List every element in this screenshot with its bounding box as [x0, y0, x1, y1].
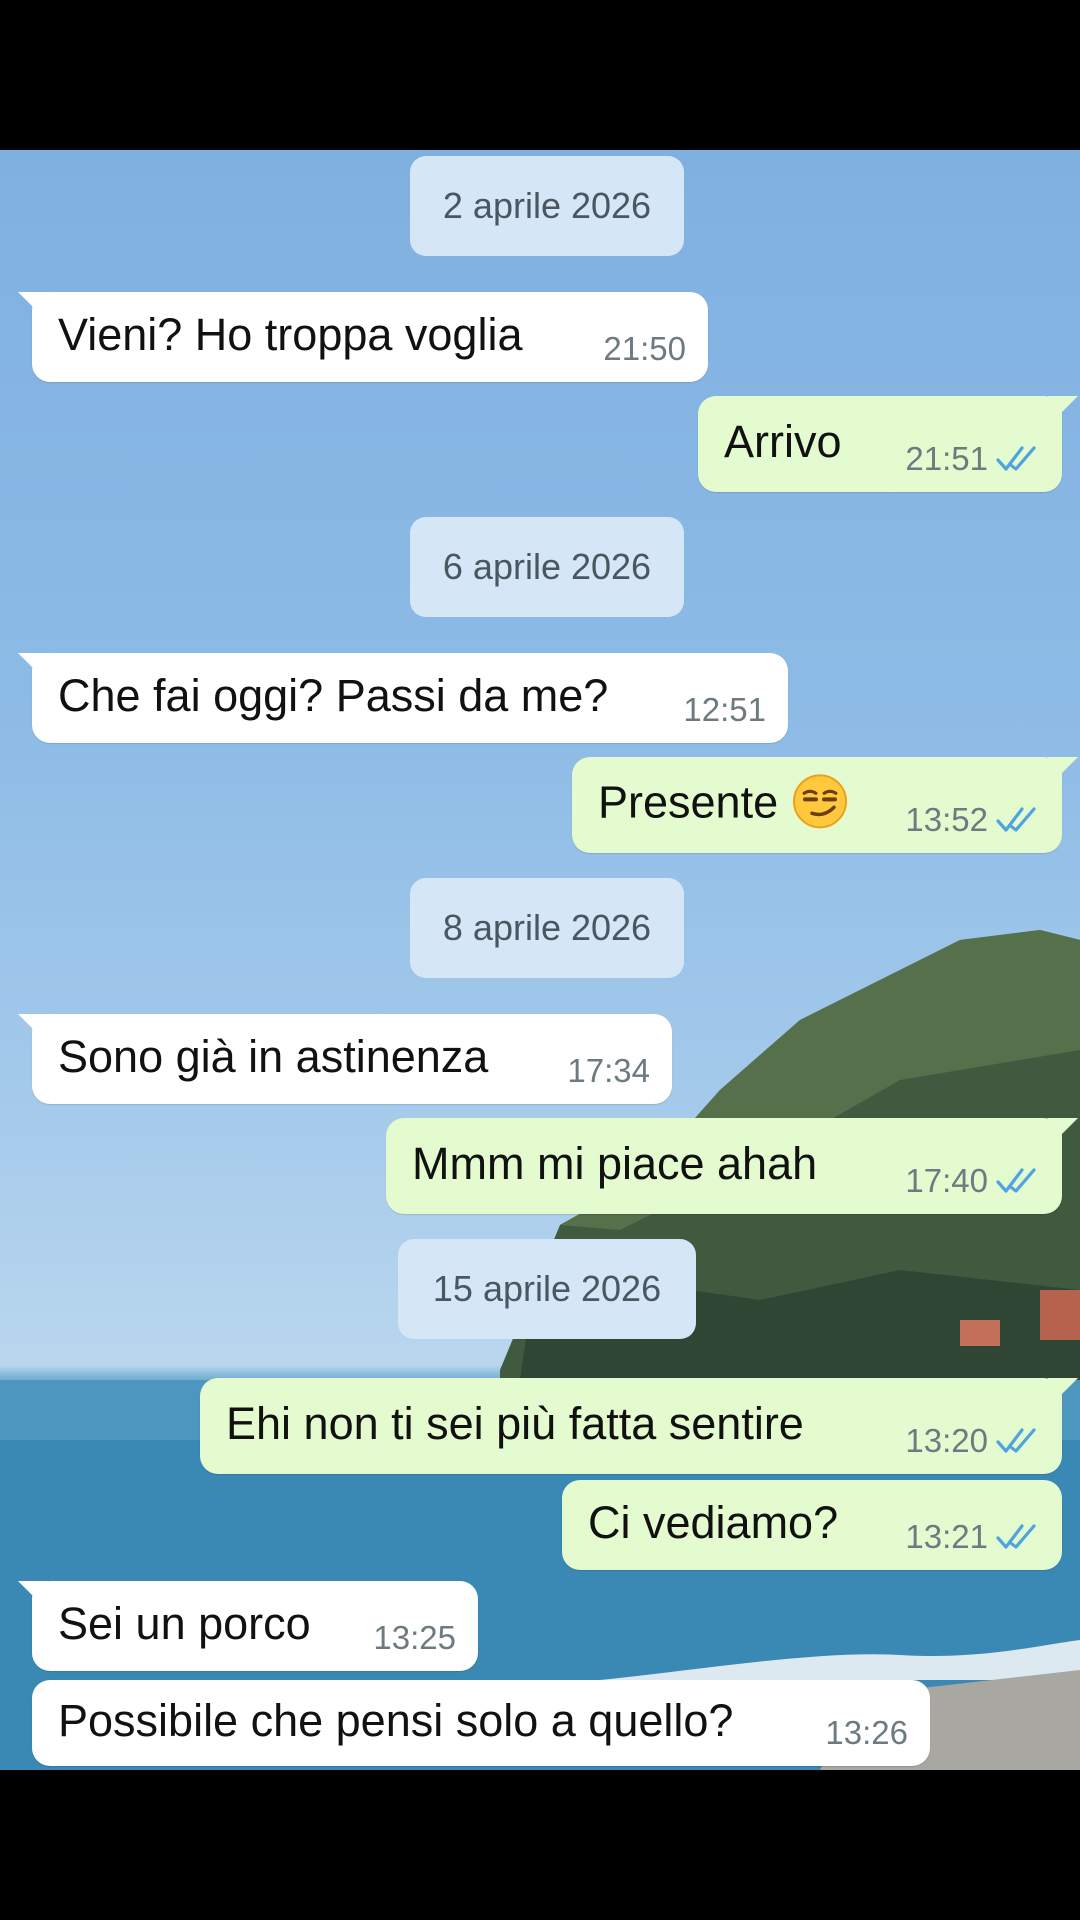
message-bubble-incoming[interactable]: Sono già in astinenza 17:34	[18, 1014, 672, 1104]
message-time: 21:51	[905, 440, 988, 477]
message-time: 13:20	[905, 1422, 988, 1459]
message-time: 13:21	[905, 1518, 988, 1555]
message-bubble-incoming[interactable]: Possibile che pensi solo a quello? 13:26	[32, 1680, 930, 1766]
message-time: 12:51	[683, 691, 766, 728]
bubble-tail	[18, 653, 48, 683]
date-separator: 15 aprile 2026	[398, 1239, 696, 1339]
message-bubble-outgoing[interactable]: Mmm mi piace ahah 17:40	[386, 1118, 1078, 1214]
bubble-tail	[18, 1014, 48, 1044]
message-bubble-outgoing[interactable]: Ehi non ti sei più fatta sentire 13:20	[200, 1378, 1078, 1474]
bubble-tail	[1048, 757, 1078, 787]
bubble-tail	[18, 292, 48, 322]
message-text: Mmm mi piace ahah	[412, 1137, 818, 1189]
message-text: Presente	[598, 774, 848, 829]
message-text: Che fai oggi? Passi da me?	[58, 669, 609, 721]
message-time: 21:50	[603, 330, 686, 367]
message-bubble-incoming[interactable]: Vieni? Ho troppa voglia 21:50	[18, 292, 708, 382]
bubble-tail	[1048, 396, 1078, 426]
message-text: Vieni? Ho troppa voglia	[58, 308, 523, 360]
message-time: 13:25	[373, 1619, 456, 1656]
bubble-tail	[18, 1581, 48, 1611]
message-text: Sei un porco	[58, 1597, 311, 1649]
message-time: 13:26	[825, 1714, 908, 1751]
message-time: 17:40	[905, 1162, 988, 1199]
smirking-face-emoji-icon	[793, 774, 848, 829]
message-bubble-outgoing[interactable]: Presente 13:52	[572, 757, 1078, 853]
read-receipt-icon	[996, 1428, 1036, 1453]
message-bubble-outgoing[interactable]: Arrivo 21:51	[698, 396, 1078, 492]
message-text: Ci vediamo?	[588, 1496, 839, 1548]
read-receipt-icon	[996, 807, 1036, 832]
date-separator: 8 aprile 2026	[410, 878, 684, 978]
message-text: Sono già in astinenza	[58, 1030, 489, 1082]
message-time: 13:52	[905, 801, 988, 838]
read-receipt-icon	[996, 1524, 1036, 1549]
date-separator: 6 aprile 2026	[410, 517, 684, 617]
message-time: 17:34	[567, 1052, 650, 1089]
message-text: Ehi non ti sei più fatta sentire	[226, 1397, 804, 1449]
bubble-tail	[1048, 1118, 1078, 1148]
date-separator: 2 aprile 2026	[410, 156, 684, 256]
chat-background[interactable]: 2 aprile 2026 6 aprile 2026 8 aprile 202…	[0, 150, 1080, 1770]
message-bubble-incoming[interactable]: Sei un porco 13:25	[18, 1581, 478, 1671]
message-bubble-outgoing[interactable]: Ci vediamo? 13:21	[562, 1480, 1062, 1570]
message-text: Possibile che pensi solo a quello?	[58, 1694, 734, 1746]
read-receipt-icon	[996, 446, 1036, 471]
bubble-tail	[1048, 1378, 1078, 1408]
message-bubble-incoming[interactable]: Che fai oggi? Passi da me? 12:51	[18, 653, 788, 743]
message-text: Arrivo	[724, 415, 842, 467]
read-receipt-icon	[996, 1168, 1036, 1193]
